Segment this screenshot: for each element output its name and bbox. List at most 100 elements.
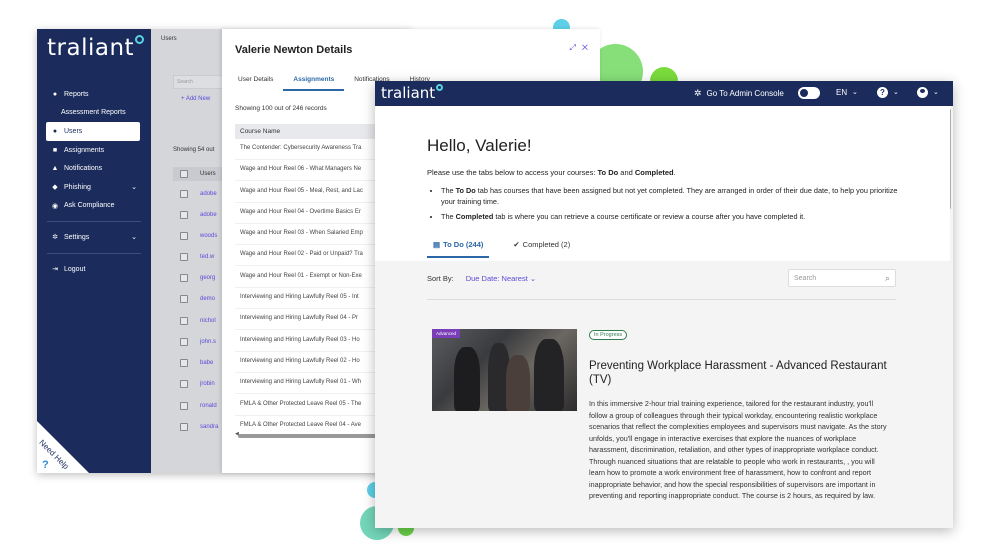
sort-dropdown[interactable]: Due Date: Nearest ⌄ xyxy=(466,274,537,283)
tab-label: To Do (244) xyxy=(443,240,484,249)
user-link[interactable]: ronald xyxy=(200,403,217,409)
nav-item-notifications[interactable]: ▲ Notifications xyxy=(37,159,151,178)
row-checkbox[interactable] xyxy=(180,231,188,240)
nav-item-logout[interactable]: ⇥ Logout xyxy=(37,260,151,279)
course-thumbnail[interactable]: Advanced xyxy=(432,329,577,411)
breadcrumb[interactable]: Users xyxy=(161,36,177,42)
close-icon[interactable]: ✕ xyxy=(582,43,594,52)
nav-item-reports[interactable]: ● Reports xyxy=(37,85,151,104)
nav-item-ask-compliance[interactable]: ◉ Ask Compliance xyxy=(37,197,151,216)
gear-icon: ✲ xyxy=(694,88,702,98)
row-checkbox[interactable] xyxy=(180,294,188,303)
thumbnail-figure xyxy=(534,339,564,411)
user-link[interactable]: woods xyxy=(200,233,217,239)
accessibility-toggle[interactable] xyxy=(798,87,820,99)
course-description: In this immersive 2-hour trial training … xyxy=(589,399,887,501)
row-checkbox[interactable] xyxy=(180,252,188,261)
user-link[interactable]: babe xyxy=(200,360,213,366)
list-item: The Completed tab is where you can retri… xyxy=(441,212,911,223)
user-link[interactable]: john.s xyxy=(200,339,216,345)
nav-item-assignments[interactable]: ■ Assignments xyxy=(37,141,151,160)
gear-icon: ✲ xyxy=(52,234,58,242)
row-checkbox[interactable] xyxy=(180,358,188,367)
chevron-down-icon[interactable]: ⌄ xyxy=(893,88,899,96)
user-link[interactable]: jrobin xyxy=(200,381,215,387)
logout-icon: ⇥ xyxy=(52,266,58,274)
row-checkbox[interactable] xyxy=(180,189,188,198)
greeting: Hello, Valerie! xyxy=(427,136,532,155)
bullet-text: tab has courses that have been assigned … xyxy=(441,186,898,206)
tab-completed[interactable]: ✔ Completed (2) xyxy=(507,240,576,258)
thumbnail-figure xyxy=(454,347,480,411)
nav-item-users[interactable]: ● Users xyxy=(46,122,140,141)
admin-logo[interactable]: traliant xyxy=(47,35,145,61)
bell-icon: ▲ xyxy=(51,165,59,173)
search-icon[interactable]: ⌕ xyxy=(885,273,890,284)
list-item: The To Do tab has courses that have been… xyxy=(441,186,911,208)
row-checkbox[interactable] xyxy=(180,401,188,410)
tab-user-details[interactable]: User Details xyxy=(228,76,283,91)
user-link[interactable]: nichol xyxy=(200,318,216,324)
admin-search-input[interactable]: Search xyxy=(173,75,229,89)
status-badge: In Progress xyxy=(589,330,628,340)
user-link[interactable]: adobe xyxy=(200,212,217,218)
info-icon: ● xyxy=(52,90,58,98)
welcome-section: Hello, Valerie! Please use the tabs belo… xyxy=(375,106,950,261)
user-link[interactable]: georg xyxy=(200,275,215,281)
bullet-bold: Completed xyxy=(455,211,494,221)
language-select[interactable]: EN xyxy=(836,88,847,97)
course-search-input[interactable]: Search ⌕ xyxy=(788,269,896,287)
expand-icon[interactable]: ⤢ xyxy=(569,43,581,52)
panel-actions: ⤢✕ xyxy=(569,43,594,53)
records-count: Showing 100 out of 246 records xyxy=(235,105,327,112)
learner-topbar: traliant ✲ Go To Admin Console EN ⌄ ? ⌄ ⌄ xyxy=(375,81,953,106)
divider xyxy=(427,299,896,300)
tab-todo[interactable]: ▤ To Do (244) xyxy=(427,240,490,258)
user-link[interactable]: adobe xyxy=(200,191,217,197)
user-avatar-icon[interactable] xyxy=(917,87,928,98)
handshake-icon: ◉ xyxy=(51,202,59,210)
bullet-prefix: The xyxy=(441,211,456,221)
user-link[interactable]: sandra xyxy=(200,424,218,430)
horizontal-scrollbar[interactable] xyxy=(238,434,388,438)
nav-label: Phishing xyxy=(64,183,91,191)
intro-and: and xyxy=(618,168,635,177)
add-new-user-button[interactable]: + Add New xyxy=(181,96,210,102)
user-link[interactable]: ted.w xyxy=(200,254,214,260)
row-checkbox[interactable] xyxy=(180,337,188,346)
intro-prefix: Please use the tabs below to access your… xyxy=(427,168,598,177)
nav-divider xyxy=(47,252,141,254)
tab-assignments[interactable]: Assignments xyxy=(283,76,345,91)
nav-item-assessment-reports[interactable]: Assessment Reports xyxy=(37,104,151,123)
user-link[interactable]: demo xyxy=(200,296,215,302)
row-checkbox[interactable] xyxy=(180,379,188,388)
nav-divider xyxy=(47,221,141,223)
nav-item-settings[interactable]: ✲ Settings ⌄ xyxy=(37,228,151,247)
nav-item-phishing[interactable]: ◆ Phishing ⌄ xyxy=(37,178,151,197)
nav-label: Notifications xyxy=(64,165,103,173)
nav-label: Ask Compliance xyxy=(64,202,115,210)
row-checkbox[interactable] xyxy=(180,316,188,325)
row-checkbox[interactable] xyxy=(180,273,188,282)
chevron-down-icon: ⌄ xyxy=(131,184,137,192)
admin-console-button[interactable]: ✲ Go To Admin Console xyxy=(694,88,784,99)
composite-stage: traliant ● Reports Assessment Reports ● Us… xyxy=(0,0,989,556)
chevron-down-icon[interactable]: ⌄ xyxy=(933,88,939,96)
nav-label: Reports xyxy=(64,90,89,98)
clipboard-icon: ▤ xyxy=(433,240,441,249)
select-all-checkbox[interactable] xyxy=(180,170,188,178)
bullet-bold: To Do xyxy=(455,186,476,195)
course-title[interactable]: Preventing Workplace Harassment - Advanc… xyxy=(589,359,889,388)
instructions-list: The To Do tab has courses that have been… xyxy=(441,186,911,227)
help-icon[interactable]: ? xyxy=(877,87,888,98)
learner-window: traliant ✲ Go To Admin Console EN ⌄ ? ⌄ ⌄… xyxy=(375,81,953,528)
learner-logo[interactable]: traliant xyxy=(381,84,444,102)
chevron-down-icon[interactable]: ⌄ xyxy=(852,88,858,96)
column-header: Users xyxy=(200,171,216,177)
help-question-icon: ? xyxy=(42,459,49,471)
tab-label: Completed (2) xyxy=(522,240,571,249)
assignments-icon: ■ xyxy=(52,146,58,154)
row-checkbox[interactable] xyxy=(180,210,188,219)
admin-console-label: Go To Admin Console xyxy=(706,89,784,98)
row-checkbox[interactable] xyxy=(180,422,188,431)
